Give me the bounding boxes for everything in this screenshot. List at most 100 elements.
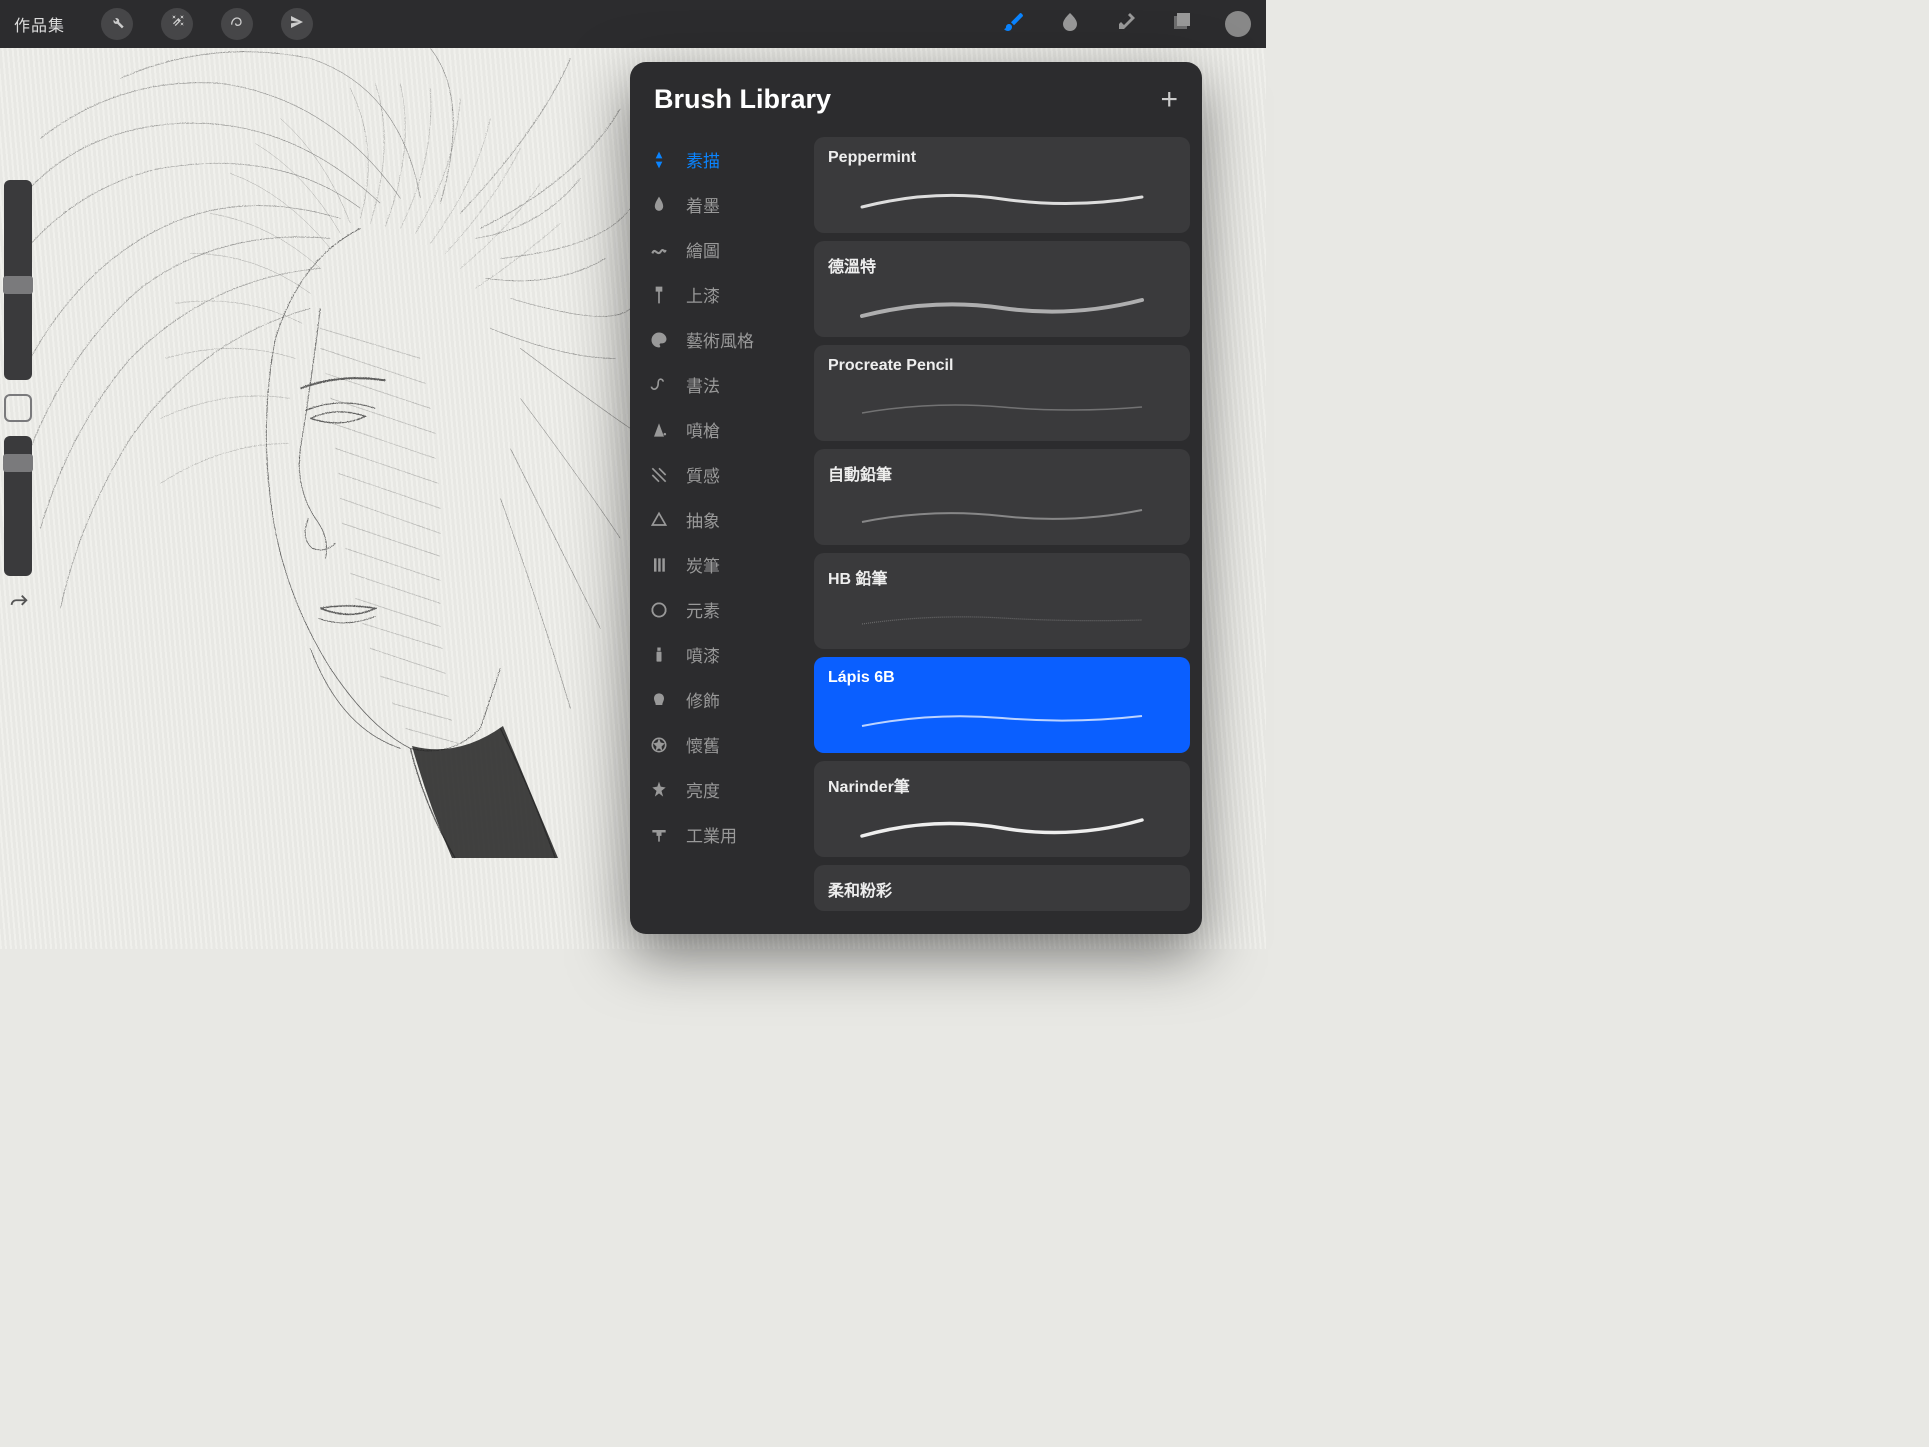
transform-button[interactable] <box>281 8 313 40</box>
popover-header: Brush Library + <box>630 62 1202 133</box>
paint-icon <box>648 284 670 306</box>
category-airbrush[interactable]: 噴槍 <box>630 407 806 452</box>
brush-tool[interactable] <box>1000 10 1028 38</box>
left-sidebar <box>0 180 42 576</box>
popover-title: Brush Library <box>654 84 831 115</box>
brush-name: 自動鉛筆 <box>828 461 1176 485</box>
modify-button[interactable] <box>4 394 32 422</box>
selection-button[interactable] <box>221 8 253 40</box>
category-touchup[interactable]: 修飾 <box>630 677 806 722</box>
slider-thumb[interactable] <box>3 454 33 472</box>
calligraphy-icon <box>648 374 670 396</box>
adjustments-button[interactable] <box>161 8 193 40</box>
category-artistic[interactable]: 藝術風格 <box>630 317 806 362</box>
wand-icon <box>169 14 185 35</box>
brush-name: HB 鉛筆 <box>828 565 1176 589</box>
ink-icon <box>648 194 670 216</box>
category-label: 上漆 <box>686 282 720 307</box>
category-label: 懷舊 <box>686 732 720 757</box>
brush-name: 德溫特 <box>828 253 1176 277</box>
category-draw[interactable]: 繪圖 <box>630 227 806 272</box>
category-label: 書法 <box>686 372 720 397</box>
sketch-icon <box>648 149 670 171</box>
category-paint[interactable]: 上漆 <box>630 272 806 317</box>
category-label: 炭筆 <box>686 552 720 577</box>
category-label: 修飾 <box>686 687 720 712</box>
brush-preview <box>828 803 1176 849</box>
brush-item-selected[interactable]: Lápis 6B <box>814 657 1190 753</box>
brush-library-popover: Brush Library + 素描 着墨 繪圖 上漆 藝術風格 <box>630 62 1202 934</box>
brush-item[interactable]: Peppermint <box>814 137 1190 233</box>
brush-name: Peppermint <box>828 149 1176 167</box>
category-label: 素描 <box>686 147 720 172</box>
category-elements[interactable]: 元素 <box>630 587 806 632</box>
color-button[interactable] <box>1224 10 1252 38</box>
opacity-slider[interactable] <box>4 436 32 576</box>
category-label: 着墨 <box>686 192 720 217</box>
elements-icon <box>648 599 670 621</box>
category-texture[interactable]: 質感 <box>630 452 806 497</box>
brush-preview <box>828 173 1176 225</box>
category-industrial[interactable]: 工業用 <box>630 812 806 857</box>
redo-button[interactable] <box>2 590 36 620</box>
category-sketch[interactable]: 素描 <box>630 137 806 182</box>
brush-preview <box>828 693 1176 745</box>
industrial-icon <box>648 824 670 846</box>
charcoal-icon <box>648 554 670 576</box>
brush-item[interactable]: HB 鉛筆 <box>814 553 1190 649</box>
wrench-icon <box>109 14 125 35</box>
category-charcoal[interactable]: 炭筆 <box>630 542 806 587</box>
category-label: 繪圖 <box>686 237 720 262</box>
brush-item[interactable]: Procreate Pencil <box>814 345 1190 441</box>
brush-item[interactable]: Narinder筆 <box>814 761 1190 857</box>
touchup-icon <box>648 689 670 711</box>
brush-item[interactable]: 柔和粉彩 <box>814 865 1190 911</box>
category-label: 噴漆 <box>686 642 720 667</box>
spray-icon <box>648 644 670 666</box>
category-retro[interactable]: 懷舊 <box>630 722 806 767</box>
smudge-tool[interactable] <box>1056 10 1084 38</box>
brush-item[interactable]: 自動鉛筆 <box>814 449 1190 545</box>
add-brush-button[interactable]: + <box>1160 85 1178 115</box>
category-spray[interactable]: 噴漆 <box>630 632 806 677</box>
layers-icon <box>1170 10 1194 39</box>
category-label: 質感 <box>686 462 720 487</box>
eraser-tool[interactable] <box>1112 10 1140 38</box>
airbrush-icon <box>648 419 670 441</box>
arrow-icon <box>289 14 305 35</box>
category-luminance[interactable]: 亮度 <box>630 767 806 812</box>
brush-name: Procreate Pencil <box>828 357 1176 375</box>
top-toolbar: 作品集 <box>0 0 1266 48</box>
actions-button[interactable] <box>101 8 133 40</box>
category-label: 噴槍 <box>686 417 720 442</box>
brush-preview <box>828 491 1176 537</box>
abstract-icon <box>648 509 670 531</box>
category-ink[interactable]: 着墨 <box>630 182 806 227</box>
plus-icon: + <box>1160 83 1178 116</box>
palette-icon <box>648 329 670 351</box>
color-swatch-icon <box>1225 11 1251 37</box>
gallery-button[interactable]: 作品集 <box>14 12 65 36</box>
brush-name: Narinder筆 <box>828 773 1176 797</box>
texture-icon <box>648 464 670 486</box>
brush-list: Peppermint 德溫特 Procreate Pencil 自動鉛筆 HB … <box>806 133 1202 934</box>
brush-preview <box>828 381 1176 433</box>
brush-preview <box>828 283 1176 329</box>
canvas-artwork <box>0 28 640 938</box>
slider-thumb[interactable] <box>3 276 33 294</box>
layers-button[interactable] <box>1168 10 1196 38</box>
brush-item[interactable]: 德溫特 <box>814 241 1190 337</box>
category-label: 抽象 <box>686 507 720 532</box>
category-calligraphy[interactable]: 書法 <box>630 362 806 407</box>
brush-size-slider[interactable] <box>4 180 32 380</box>
draw-icon <box>648 239 670 261</box>
brush-name: Lápis 6B <box>828 669 1176 687</box>
category-label: 元素 <box>686 597 720 622</box>
category-label: 亮度 <box>686 777 720 802</box>
redo-icon <box>8 592 30 619</box>
category-label: 藝術風格 <box>686 327 754 352</box>
eraser-icon <box>1114 10 1138 39</box>
brush-category-list: 素描 着墨 繪圖 上漆 藝術風格 書法 <box>630 133 806 934</box>
brush-icon <box>1002 10 1026 39</box>
category-abstract[interactable]: 抽象 <box>630 497 806 542</box>
